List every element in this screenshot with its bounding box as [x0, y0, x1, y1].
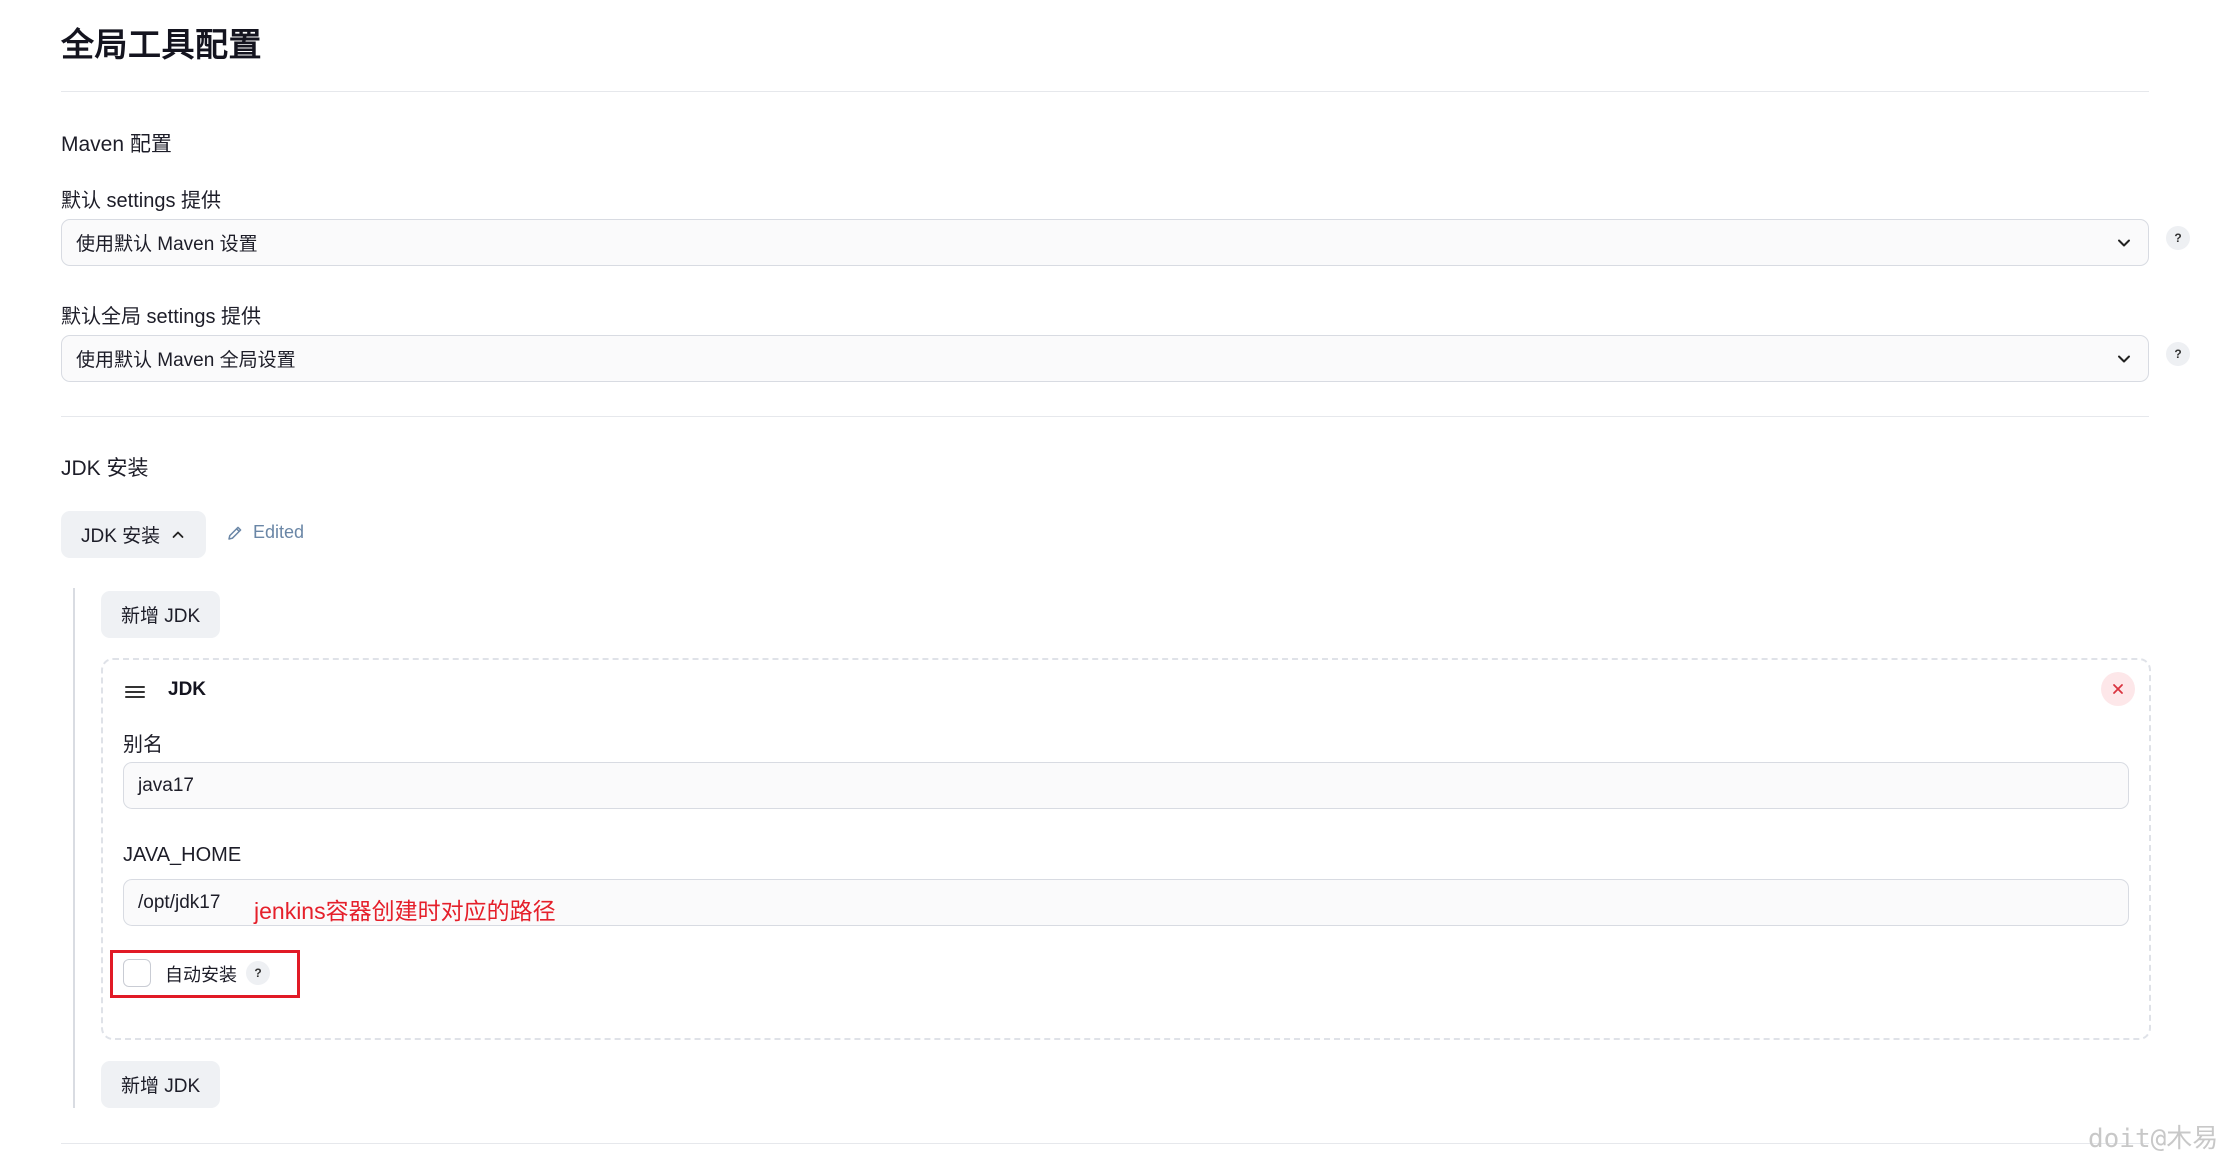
add-jdk-label: 新增 JDK	[121, 606, 201, 627]
drag-handle-icon[interactable]	[124, 682, 146, 702]
jdk-toggle-label: JDK 安装	[81, 526, 161, 547]
global-settings-help-icon[interactable]: ?	[2166, 342, 2190, 366]
alias-input[interactable]: java17	[123, 762, 2129, 809]
global-settings-select-value: 使用默认 Maven 全局设置	[76, 350, 296, 371]
maven-section-title: Maven 配置	[61, 133, 172, 156]
alias-label: 别名	[123, 734, 163, 756]
jdk-toggle-button[interactable]: JDK 安装	[61, 511, 207, 558]
divider	[61, 416, 2149, 417]
settings-help-icon[interactable]: ?	[2166, 226, 2190, 250]
settings-select[interactable]: 使用默认 Maven 设置	[61, 219, 2149, 266]
chevron-up-icon	[172, 531, 184, 538]
java-home-input-value: /opt/jdk17	[138, 891, 221, 913]
add-jdk-label: 新增 JDK	[121, 1076, 201, 1097]
help-symbol: ?	[2174, 231, 2182, 245]
annotation-text: jenkins容器创建时对应的路径	[254, 898, 556, 924]
chevron-down-icon	[2118, 239, 2130, 247]
pencil-icon	[228, 526, 242, 540]
java-home-label: JAVA_HOME	[123, 844, 242, 866]
jdk-section-title: JDK 安装	[61, 457, 149, 480]
divider	[61, 1143, 2149, 1144]
add-jdk-button-bottom[interactable]: 新增 JDK	[101, 1061, 221, 1108]
jdk-card-title: JDK	[168, 679, 207, 700]
divider	[61, 91, 2149, 92]
add-jdk-button-top[interactable]: 新增 JDK	[101, 591, 221, 638]
alias-input-value: java17	[138, 774, 194, 796]
watermark: doit@木易	[2088, 1124, 2219, 1154]
auto-install-label: 自动安装	[165, 965, 237, 985]
auto-install-help-icon[interactable]: ?	[246, 961, 270, 985]
help-symbol: ?	[2174, 347, 2182, 361]
close-icon	[2113, 684, 2123, 694]
settings-label: 默认 settings 提供	[61, 190, 222, 212]
help-symbol: ?	[254, 966, 262, 980]
jdk-list-guide	[73, 588, 75, 1108]
page-title: 全局工具配置	[61, 26, 262, 63]
settings-select-value: 使用默认 Maven 设置	[76, 234, 258, 255]
global-settings-select[interactable]: 使用默认 Maven 全局设置	[61, 335, 2149, 382]
edited-indicator: Edited	[225, 522, 304, 543]
jdk-card	[101, 658, 2151, 1040]
chevron-down-icon	[2118, 355, 2130, 363]
global-settings-label: 默认全局 settings 提供	[61, 306, 262, 328]
edited-label: Edited	[253, 522, 305, 542]
auto-install-checkbox[interactable]	[123, 959, 151, 987]
delete-jdk-button[interactable]	[2101, 672, 2135, 706]
